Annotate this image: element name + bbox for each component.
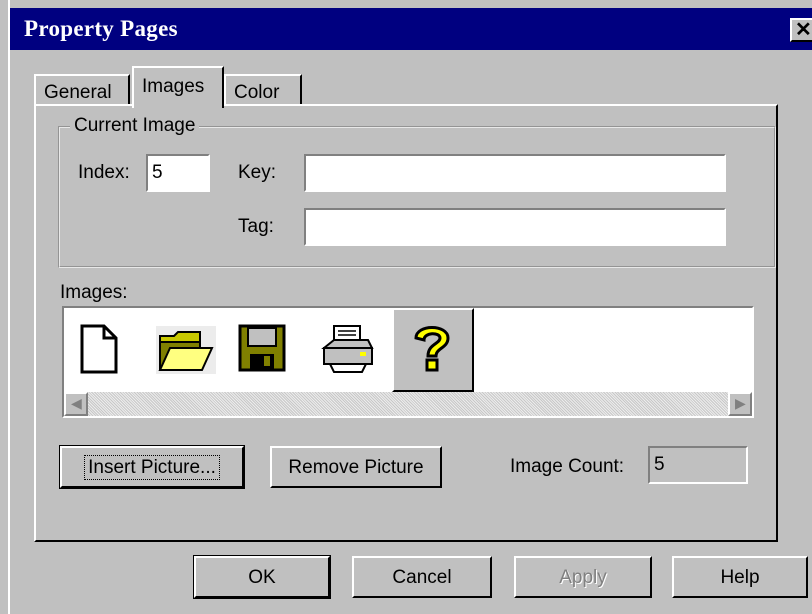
window-edge [0, 0, 10, 614]
key-label: Key: [238, 162, 277, 183]
open-folder-icon [156, 326, 216, 374]
image-item-1[interactable] [64, 308, 146, 392]
cancel-button[interactable]: Cancel [352, 556, 492, 598]
images-tab-panel: Current Image Index: 5 Key: Tag: Images: [34, 104, 778, 542]
close-button[interactable]: ✕ [790, 18, 812, 42]
image-item-5-selected[interactable] [392, 308, 474, 392]
window-title: Property Pages [24, 16, 178, 41]
property-pages-dialog: Property Pages ✕ General Color Images Cu… [0, 0, 812, 614]
key-field[interactable] [304, 154, 726, 192]
tab-general[interactable]: General [34, 74, 130, 106]
tab-images[interactable]: Images [132, 66, 224, 108]
remove-picture-button[interactable]: Remove Picture [270, 446, 442, 488]
current-image-group-label: Current Image [70, 115, 200, 137]
current-image-group: Current Image Index: 5 Key: Tag: [58, 115, 776, 268]
image-list[interactable]: ◀ ▶ [62, 306, 754, 418]
image-item-2[interactable] [146, 308, 228, 392]
insert-picture-button[interactable]: Insert Picture... [59, 445, 245, 489]
scroll-left-button[interactable]: ◀ [64, 392, 88, 416]
tab-color[interactable]: Color [224, 74, 302, 106]
image-count-field: 5 [648, 446, 748, 484]
tag-label: Tag: [238, 216, 274, 237]
index-field[interactable]: 5 [146, 154, 210, 192]
new-document-icon [80, 324, 118, 374]
help-question-icon [414, 326, 450, 372]
image-item-3[interactable] [228, 308, 310, 392]
image-item-4[interactable] [310, 308, 392, 392]
floppy-disk-icon [238, 324, 286, 372]
printer-icon [321, 325, 374, 373]
arrow-right-icon: ▶ [735, 395, 746, 411]
close-icon: ✕ [795, 19, 812, 41]
tag-field[interactable] [304, 208, 726, 246]
index-label: Index: [78, 162, 130, 183]
ok-button[interactable]: OK [193, 555, 331, 599]
image-count-label: Image Count: [510, 456, 625, 477]
apply-button[interactable]: Apply [514, 556, 652, 598]
image-list-scrollbar[interactable]: ◀ ▶ [64, 392, 752, 416]
help-button[interactable]: Help [672, 556, 808, 598]
scroll-right-button[interactable]: ▶ [728, 392, 752, 416]
arrow-left-icon: ◀ [71, 395, 82, 411]
title-bar[interactable]: Property Pages ✕ [10, 8, 812, 50]
images-label: Images: [60, 282, 128, 303]
image-list-items [64, 308, 474, 392]
